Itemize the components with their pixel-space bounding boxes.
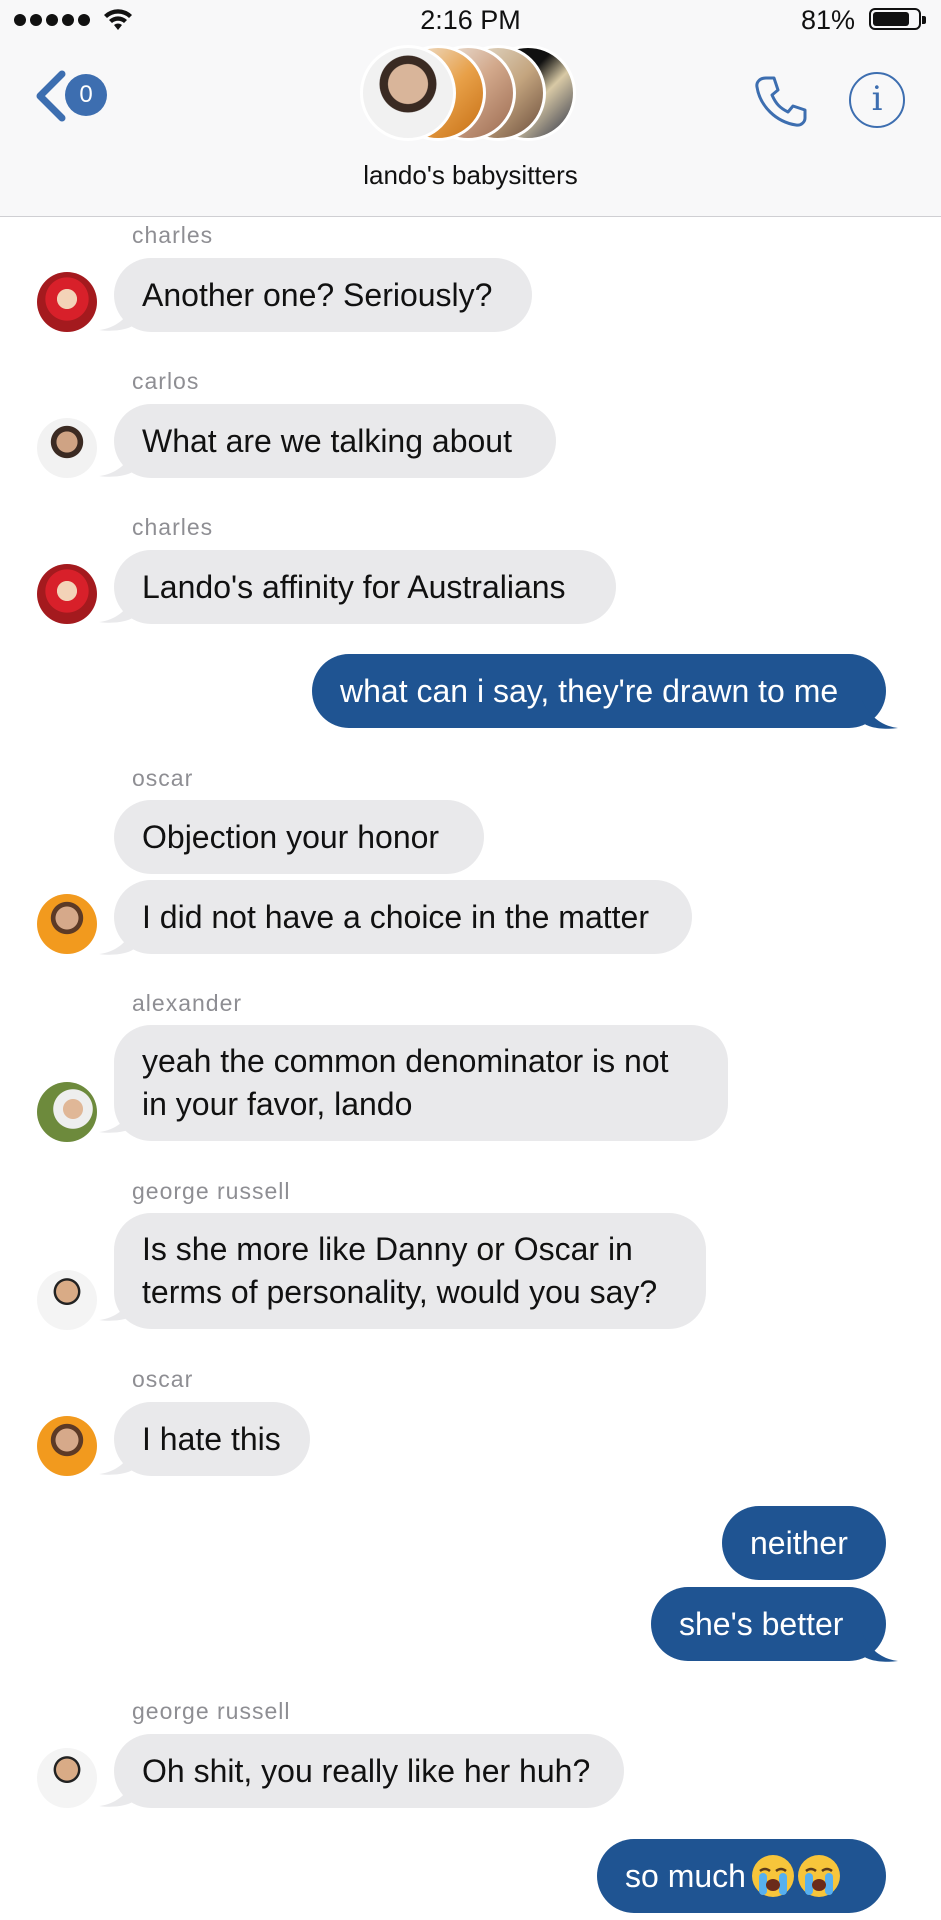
message-bubble-outgoing[interactable]: she's better [651,1587,886,1661]
avatar[interactable] [37,564,97,624]
group-avatar-stack[interactable] [360,45,580,143]
avatar[interactable] [37,1748,97,1808]
chat-header: 2:16 PM 81% 0 lando's babysitters i [0,0,941,217]
avatar [360,45,456,141]
info-icon: i [871,79,883,119]
avatar[interactable] [37,418,97,478]
sender-name: oscar [132,765,194,791]
message-bubble[interactable]: I hate this [114,1402,310,1476]
message-bubble-outgoing[interactable]: so much [597,1839,886,1913]
message-bubble[interactable]: Is she more like Danny or Oscar in terms… [114,1213,706,1329]
message-text: so much [625,1857,746,1894]
message-bubble-outgoing[interactable]: neither [722,1506,886,1580]
avatar[interactable] [37,272,97,332]
group-name: lando's babysitters [363,160,578,190]
sender-name: alexander [132,990,243,1016]
sender-name: george russell [132,1178,291,1204]
sender-name: george russell [132,1698,291,1724]
sender-name: carlos [132,368,200,394]
message-bubble[interactable]: yeah the common denominator is not in yo… [114,1025,728,1141]
battery-icon [869,8,926,30]
loudly-crying-face-emoji [797,1855,840,1897]
back-button[interactable]: 0 [34,68,114,124]
message-bubble[interactable]: Another one? Seriously? [114,258,532,332]
message-bubble[interactable]: Oh shit, you really like her huh? [114,1734,624,1808]
loudly-crying-face-emoji [751,1855,794,1897]
message-bubble[interactable]: Objection your honor [114,800,484,874]
chevron-left-icon [36,70,66,122]
info-button[interactable]: i [849,72,905,128]
unread-badge: 0 [65,74,107,116]
sender-name: charles [132,514,214,540]
status-time: 2:16 PM [420,5,521,35]
battery-percent: 81% [800,5,855,35]
message-bubble-outgoing[interactable]: what can i say, they're drawn to me [312,654,886,728]
message-bubble[interactable]: I did not have a choice in the matter [114,880,692,954]
avatar[interactable] [37,894,97,954]
avatar[interactable] [37,1270,97,1330]
sender-name: charles [132,222,214,248]
phone-icon[interactable] [752,72,810,130]
avatar[interactable] [37,1082,97,1142]
message-bubble[interactable]: Lando's affinity for Australians [114,550,616,624]
message-bubble[interactable]: What are we talking about [114,404,556,478]
avatar[interactable] [37,1416,97,1476]
bubble-tail [862,1633,898,1662]
sender-name: oscar [132,1366,194,1392]
bubble-tail [862,700,898,729]
